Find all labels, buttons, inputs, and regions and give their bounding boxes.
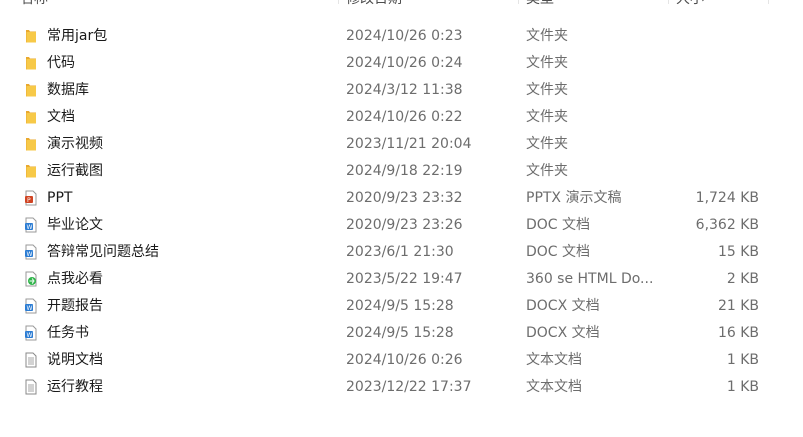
- file-modified-date: 2024/10/26 0:23: [346, 28, 463, 44]
- file-name: 常用jar包: [47, 28, 108, 44]
- file-type: DOC 文档: [526, 217, 591, 233]
- file-size: 15 KB: [717, 244, 759, 260]
- file-modified-date: 2023/6/1 21:30: [346, 244, 454, 260]
- svg-text:P: P: [27, 197, 31, 204]
- docx-file-icon: W: [23, 325, 39, 341]
- file-row[interactable]: P PPT 2020/9/23 23:32 PPTX 演示文稿 1,724 KB: [0, 185, 803, 212]
- file-type: 文本文档: [526, 352, 582, 368]
- file-size: 1 KB: [726, 379, 759, 395]
- file-type: DOCX 文档: [526, 298, 600, 314]
- column-header-bar: 名称 修改日期 类型 大小: [0, 0, 803, 12]
- file-row[interactable]: 常用jar包 2024/10/26 0:23 文件夹: [0, 23, 803, 50]
- file-type: 文件夹: [526, 136, 568, 152]
- file-name: 运行截图: [47, 163, 103, 179]
- file-name: 点我必看: [47, 271, 103, 287]
- file-name: 说明文档: [47, 352, 103, 368]
- file-modified-date: 2024/9/5 15:28: [346, 298, 454, 314]
- file-type: 文件夹: [526, 163, 568, 179]
- file-type: 文件夹: [526, 28, 568, 44]
- file-name: 开题报告: [47, 298, 103, 314]
- file-row[interactable]: W 任务书 2024/9/5 15:28 DOCX 文档 16 KB: [0, 320, 803, 347]
- file-modified-date: 2024/9/5 15:28: [346, 325, 454, 341]
- svg-text:W: W: [27, 251, 33, 258]
- svg-text:W: W: [27, 224, 33, 231]
- file-type: 文件夹: [526, 109, 568, 125]
- file-row[interactable]: 说明文档 2024/10/26 0:26 文本文档 1 KB: [0, 347, 803, 374]
- file-size: 21 KB: [717, 298, 759, 314]
- text-file-icon: [23, 352, 39, 368]
- docx-file-icon: W: [23, 298, 39, 314]
- column-divider[interactable]: [668, 0, 669, 4]
- file-size: 1 KB: [726, 352, 759, 368]
- file-row[interactable]: 运行截图 2024/9/18 22:19 文件夹: [0, 158, 803, 185]
- file-modified-date: 2024/10/26 0:22: [346, 109, 463, 125]
- file-name: PPT: [47, 190, 73, 206]
- column-header-type[interactable]: 类型: [526, 0, 554, 12]
- file-modified-date: 2023/12/22 17:37: [346, 379, 472, 395]
- file-row[interactable]: 数据库 2024/3/12 11:38 文件夹: [0, 77, 803, 104]
- file-type: PPTX 演示文稿: [526, 190, 622, 206]
- doc-file-icon: W: [23, 244, 39, 260]
- folder-icon: [23, 109, 39, 125]
- file-modified-date: 2023/5/22 19:47: [346, 271, 463, 287]
- file-name: 答辩常见问题总结: [47, 244, 159, 260]
- file-name: 运行教程: [47, 379, 103, 395]
- file-type: DOCX 文档: [526, 325, 600, 341]
- file-modified-date: 2024/10/26 0:26: [346, 352, 463, 368]
- folder-icon: [23, 163, 39, 179]
- column-header-size[interactable]: 大小: [676, 0, 704, 12]
- column-header-name[interactable]: 名称: [20, 0, 48, 12]
- file-modified-date: 2023/11/21 20:04: [346, 136, 472, 152]
- file-row[interactable]: 文档 2024/10/26 0:22 文件夹: [0, 104, 803, 131]
- file-row[interactable]: W 毕业论文 2020/9/23 23:26 DOC 文档 6,362 KB: [0, 212, 803, 239]
- column-divider[interactable]: [518, 0, 519, 4]
- file-modified-date: 2020/9/23 23:26: [346, 217, 463, 233]
- svg-text:W: W: [27, 305, 33, 312]
- file-size: 1,724 KB: [695, 190, 759, 206]
- file-name: 代码: [47, 55, 75, 71]
- file-name: 文档: [47, 109, 75, 125]
- file-type: 360 se HTML Do...: [526, 271, 654, 287]
- file-size: 6,362 KB: [695, 217, 759, 233]
- folder-icon: [23, 55, 39, 71]
- file-size: 16 KB: [717, 325, 759, 341]
- file-row[interactable]: W 开题报告 2024/9/5 15:28 DOCX 文档 21 KB: [0, 293, 803, 320]
- column-header-date[interactable]: 修改日期: [346, 0, 402, 12]
- file-type: 文本文档: [526, 379, 582, 395]
- file-size: 2 KB: [726, 271, 759, 287]
- html-file-icon: [23, 271, 39, 287]
- file-type: 文件夹: [526, 82, 568, 98]
- file-name: 数据库: [47, 82, 89, 98]
- file-row[interactable]: 演示视频 2023/11/21 20:04 文件夹: [0, 131, 803, 158]
- svg-text:W: W: [27, 332, 33, 339]
- file-type: 文件夹: [526, 55, 568, 71]
- file-modified-date: 2024/9/18 22:19: [346, 163, 463, 179]
- folder-icon: [23, 28, 39, 44]
- file-row[interactable]: W 答辩常见问题总结 2023/6/1 21:30 DOC 文档 15 KB: [0, 239, 803, 266]
- doc-file-icon: W: [23, 217, 39, 233]
- file-modified-date: 2024/3/12 11:38: [346, 82, 463, 98]
- file-list: 常用jar包 2024/10/26 0:23 文件夹 代码 2024/10/26 0:2…: [0, 23, 803, 401]
- file-row[interactable]: 点我必看 2023/5/22 19:47 360 se HTML Do... 2 KB: [0, 266, 803, 293]
- pptx-file-icon: P: [23, 190, 39, 206]
- file-modified-date: 2020/9/23 23:32: [346, 190, 463, 206]
- folder-icon: [23, 136, 39, 152]
- file-row[interactable]: 运行教程 2023/12/22 17:37 文本文档 1 KB: [0, 374, 803, 401]
- column-divider[interactable]: [338, 0, 339, 4]
- file-type: DOC 文档: [526, 244, 591, 260]
- column-divider[interactable]: [768, 0, 769, 4]
- folder-icon: [23, 82, 39, 98]
- file-modified-date: 2024/10/26 0:24: [346, 55, 463, 71]
- file-row[interactable]: 代码 2024/10/26 0:24 文件夹: [0, 50, 803, 77]
- file-name: 演示视频: [47, 136, 103, 152]
- file-name: 任务书: [47, 325, 89, 341]
- file-name: 毕业论文: [47, 217, 103, 233]
- text-file-icon: [23, 379, 39, 395]
